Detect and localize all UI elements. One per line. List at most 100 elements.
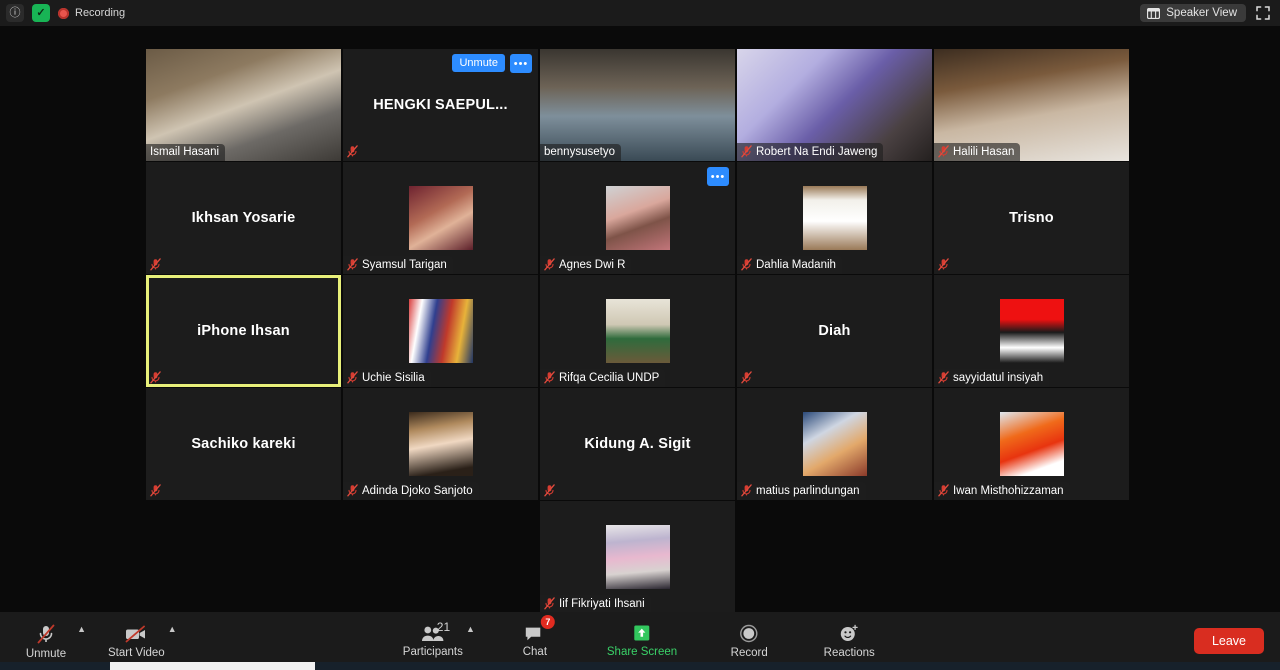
- reactions-label: Reactions: [823, 646, 875, 659]
- participant-tile[interactable]: HENGKI SAEPUL... Unmute •••: [343, 49, 538, 161]
- participant-tile[interactable]: Dahlia Madanih: [737, 162, 932, 274]
- participant-tile[interactable]: matius parlindungan: [737, 388, 932, 500]
- mic-muted-icon: [150, 258, 161, 271]
- participant-tile[interactable]: Uchie Sisilia: [343, 275, 538, 387]
- participant-tile[interactable]: Ismail Hasani: [146, 49, 341, 161]
- mic-muted-icon: [544, 484, 555, 497]
- start-video-label: Start Video: [108, 646, 165, 659]
- recording-label: Recording: [75, 7, 126, 19]
- participant-name-label: Iif Fikriyati Ihsani: [559, 597, 645, 610]
- start-video-button[interactable]: Start Video ▲: [108, 618, 177, 664]
- info-icon[interactable]: ⓘ: [6, 4, 24, 22]
- participant-name-center: Ikhsan Yosarie: [191, 210, 296, 226]
- participant-name-label: Agnes Dwi R: [559, 258, 626, 271]
- top-bar-right-group: Speaker View: [1140, 4, 1280, 22]
- share-screen-button[interactable]: Share Screen: [607, 618, 677, 664]
- participant-tile[interactable]: Ikhsan Yosarie: [146, 162, 341, 274]
- participant-name-badge: [146, 369, 167, 387]
- encryption-shield-icon[interactable]: ✓: [32, 4, 50, 22]
- participant-tile[interactable]: Syamsul Tarigan: [343, 162, 538, 274]
- participant-name-badge: [934, 256, 955, 274]
- recording-indicator[interactable]: Recording: [58, 7, 125, 19]
- top-bar-left-group: ⓘ ✓ Recording: [0, 4, 125, 22]
- participant-tile[interactable]: bennysusetyo: [540, 49, 735, 161]
- mic-muted-icon: [347, 371, 358, 384]
- os-scrollbar-thumb[interactable]: [110, 662, 315, 670]
- participant-avatar: [605, 525, 670, 589]
- chat-unread-badge: 7: [540, 615, 555, 629]
- participant-name-label: bennysusetyo: [544, 146, 615, 158]
- toolbar-center-group: 21 Participants ▲ 7 Chat Share Screen Re…: [402, 615, 877, 664]
- mic-muted-icon: [741, 145, 752, 158]
- mic-muted-icon: [938, 484, 949, 497]
- mic-muted-icon: [741, 258, 752, 271]
- mic-muted-icon: [938, 371, 949, 384]
- mic-muted-icon: [741, 484, 752, 497]
- toolbar-left-group: Unmute ▲ Start Video ▲: [0, 618, 177, 664]
- speaker-view-label: Speaker View: [1166, 7, 1237, 19]
- leave-button[interactable]: Leave: [1193, 628, 1264, 654]
- mic-muted-icon: [150, 484, 161, 497]
- unmute-label: Unmute: [25, 647, 67, 660]
- tile-more-options-button[interactable]: •••: [510, 54, 532, 73]
- participant-tile[interactable]: Robert Na Endi Jaweng: [737, 49, 932, 161]
- recording-dot-icon: [58, 7, 69, 19]
- chat-button[interactable]: 7 Chat: [507, 615, 563, 664]
- participant-name-center: HENGKI SAEPUL...: [373, 97, 508, 113]
- smiley-plus-icon: [841, 624, 859, 641]
- participant-name-label: Dahlia Madanih: [756, 258, 836, 271]
- participant-tile[interactable]: Halili Hasan: [934, 49, 1129, 161]
- participants-chevron-icon[interactable]: ▲: [466, 624, 475, 634]
- participant-tile[interactable]: Rifqa Cecilia UNDP: [540, 275, 735, 387]
- participant-tile[interactable]: Kidung A. Sigit: [540, 388, 735, 500]
- participant-name-badge: Iwan Misthohizzaman: [934, 482, 1070, 500]
- participant-tile[interactable]: Iwan Misthohizzaman: [934, 388, 1129, 500]
- mic-muted-icon: [347, 484, 358, 497]
- tile-more-options-button[interactable]: •••: [707, 167, 729, 186]
- unmute-button[interactable]: Unmute ▲: [18, 618, 86, 664]
- participants-button[interactable]: 21 Participants ▲: [402, 618, 475, 664]
- participants-label: Participants: [402, 645, 463, 658]
- participant-tile[interactable]: Trisno: [934, 162, 1129, 274]
- fullscreen-icon[interactable]: [1256, 6, 1270, 20]
- participant-name-badge: Halili Hasan: [934, 143, 1021, 161]
- participant-name-badge: Robert Na Endi Jaweng: [737, 143, 884, 161]
- participant-avatar: [802, 412, 867, 476]
- participant-tile[interactable]: Sachiko kareki: [146, 388, 341, 500]
- reactions-button[interactable]: Reactions: [821, 618, 877, 664]
- mic-muted-icon: [347, 258, 358, 271]
- participant-tile[interactable]: Diah: [737, 275, 932, 387]
- mic-muted-icon: [544, 371, 555, 384]
- participant-tile[interactable]: Adinda Djoko Sanjoto: [343, 388, 538, 500]
- participant-avatar: [605, 186, 670, 250]
- os-scrollbar-track[interactable]: [0, 662, 1280, 670]
- participant-tile[interactable]: iPhone Ihsan: [146, 275, 341, 387]
- participant-tile[interactable]: Agnes Dwi R •••: [540, 162, 735, 274]
- participant-avatar: [802, 186, 867, 250]
- participant-name-badge: bennysusetyo: [540, 144, 621, 161]
- chat-label: Chat: [522, 645, 548, 658]
- participant-name-badge: Agnes Dwi R: [540, 256, 632, 274]
- participant-tile[interactable]: sayyidatul insiyah: [934, 275, 1129, 387]
- participant-avatar: [999, 412, 1064, 476]
- camera-muted-icon: [125, 625, 146, 642]
- participant-name-badge: [146, 482, 167, 500]
- record-button[interactable]: Record: [721, 618, 777, 664]
- participant-name-label: Iwan Misthohizzaman: [953, 484, 1064, 497]
- mic-muted-icon: [150, 371, 161, 384]
- participant-avatar: [408, 186, 473, 250]
- tile-unmute-button[interactable]: Unmute: [452, 54, 505, 73]
- video-options-chevron-icon[interactable]: ▲: [168, 624, 177, 634]
- participant-avatar: [408, 299, 473, 363]
- meeting-top-bar: ⓘ ✓ Recording Speaker View: [0, 0, 1280, 26]
- audio-options-chevron-icon[interactable]: ▲: [77, 624, 86, 634]
- share-screen-icon: [634, 625, 650, 641]
- participant-name-label: Rifqa Cecilia UNDP: [559, 371, 660, 384]
- mic-muted-icon: [37, 624, 55, 643]
- record-circle-icon: [740, 624, 758, 642]
- speaker-view-button[interactable]: Speaker View: [1140, 4, 1246, 22]
- participant-name-badge: [146, 256, 167, 274]
- participant-name-badge: Adinda Djoko Sanjoto: [343, 482, 479, 500]
- participant-name-label: Adinda Djoko Sanjoto: [362, 484, 473, 497]
- participant-tile[interactable]: Iif Fikriyati Ihsani: [540, 501, 735, 613]
